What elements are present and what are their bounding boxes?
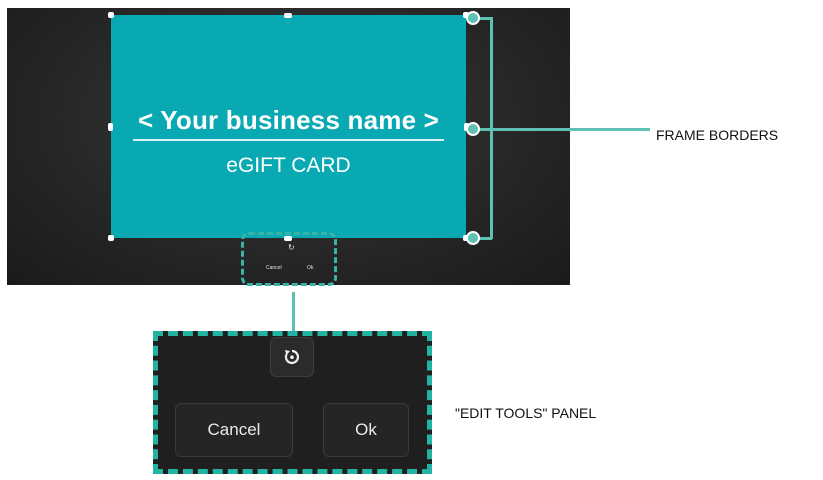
edit-tools-panel: Cancel Ok [153,331,432,474]
resize-handle-top[interactable] [284,13,292,18]
callout-dot-top [466,11,480,25]
frame-callout-line [470,128,650,131]
ok-button[interactable]: Ok [323,403,409,457]
resize-handle-left[interactable] [108,123,113,131]
resize-handle-bottom-left[interactable] [108,235,114,241]
card-divider [133,139,444,141]
resize-handle-top-left[interactable] [108,12,114,18]
card-title: < Your business name > [137,105,440,135]
rotate-button[interactable] [270,337,314,377]
callout-dot-bottom [466,231,480,245]
edit-tools-panel-label: "EDIT TOOLS" PANEL [455,405,597,421]
edit-tools-highlight [241,232,337,286]
gift-card-preview[interactable]: < Your business name > eGIFT CARD [111,15,466,238]
cancel-button[interactable]: Cancel [175,403,293,457]
panel-connector [292,292,295,334]
card-subtitle: eGIFT CARD [226,154,351,177]
callout-dot-middle [466,122,480,136]
frame-borders-label: FRAME BORDERS [656,127,779,143]
rotate-icon [284,349,300,365]
